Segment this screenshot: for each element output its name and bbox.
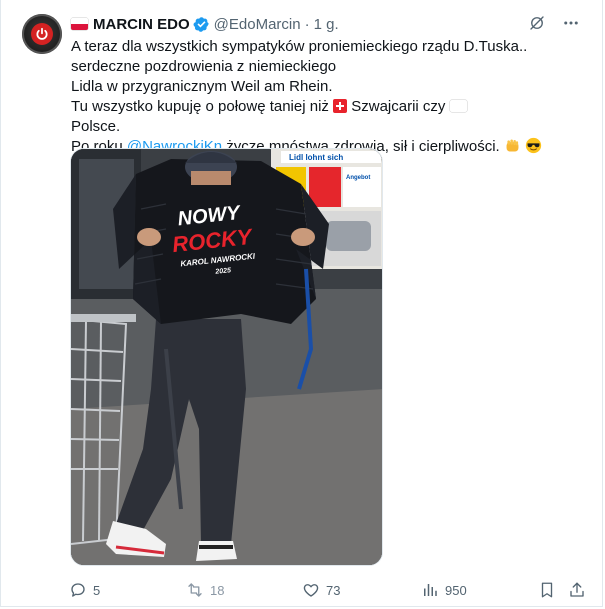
photo-illustration: Lidl lohnt sich Angebot NOWY ROCKY KAROL… (71, 149, 382, 565)
text-segment: serdeczne pozdrowienia z niemieckiego (71, 58, 341, 75)
text-segment: Lidla w przygranicznym Weil am Rhein. (71, 78, 333, 95)
germany-flag-icon (340, 60, 357, 72)
text-segment: A teraz dla wszystkich sympatyków pronie… (71, 38, 528, 55)
like-button[interactable]: 73 (302, 581, 340, 599)
store-sign-text: Lidl lohnt sich (289, 153, 343, 162)
action-bar: 5 18 73 950 (69, 579, 589, 601)
fist-emoji-icon (504, 138, 521, 155)
tweet-text-line: A teraz dla wszystkich sympatyków pronie… (71, 37, 586, 57)
tweet-text: A teraz dla wszystkich sympatyków pronie… (71, 37, 586, 157)
poland-flag-icon (450, 100, 467, 112)
switzerland-flag-icon (333, 99, 348, 113)
like-icon (302, 581, 320, 599)
verified-badge-icon (193, 16, 210, 33)
like-count: 73 (326, 582, 341, 598)
tweet-header: MARCIN EDO @EdoMarcin · 1 g. (71, 14, 339, 34)
reply-button[interactable]: 5 (69, 581, 100, 599)
poland-flag-icon (71, 18, 88, 30)
power-icon (31, 23, 53, 45)
sunglasses-emoji-icon (525, 137, 542, 155)
bookmark-icon (538, 581, 556, 599)
tweet-photo[interactable]: Lidl lohnt sich Angebot NOWY ROCKY KAROL… (70, 148, 383, 566)
tweet[interactable]: MARCIN EDO @EdoMarcin · 1 g. A teraz dla… (0, 0, 603, 607)
timestamp[interactable]: 1 g. (314, 16, 339, 33)
views-icon (421, 581, 439, 599)
text-segment: Tu wszystko kupuję o połowę taniej niż (71, 98, 334, 115)
views-count: 950 (445, 582, 467, 598)
tweet-text-line: serdeczne pozdrowienia z niemieckiego (71, 57, 586, 77)
text-segment: Polsce. (71, 118, 121, 135)
text-segment: Szwajcarii czy (347, 98, 450, 115)
retweet-icon (186, 581, 204, 599)
top-actions (528, 14, 580, 37)
more-icon[interactable] (562, 14, 580, 37)
share-icon (568, 581, 586, 599)
reply-icon (69, 581, 87, 599)
retweet-button[interactable]: 18 (186, 581, 224, 599)
avatar[interactable] (22, 14, 62, 54)
store-label-text: Angebot (346, 175, 370, 181)
reply-count: 5 (93, 582, 101, 598)
retweet-count: 18 (210, 582, 225, 598)
separator-dot: · (304, 15, 310, 33)
bookmark-button[interactable] (538, 581, 556, 599)
author-handle[interactable]: @EdoMarcin (214, 16, 301, 33)
tweet-text-line: Tu wszystko kupuję o połowę taniej niż S… (71, 97, 586, 117)
views-button[interactable]: 950 (421, 581, 467, 599)
share-button[interactable] (568, 581, 586, 599)
grok-icon[interactable] (528, 14, 546, 37)
author-name[interactable]: MARCIN EDO (93, 16, 190, 33)
